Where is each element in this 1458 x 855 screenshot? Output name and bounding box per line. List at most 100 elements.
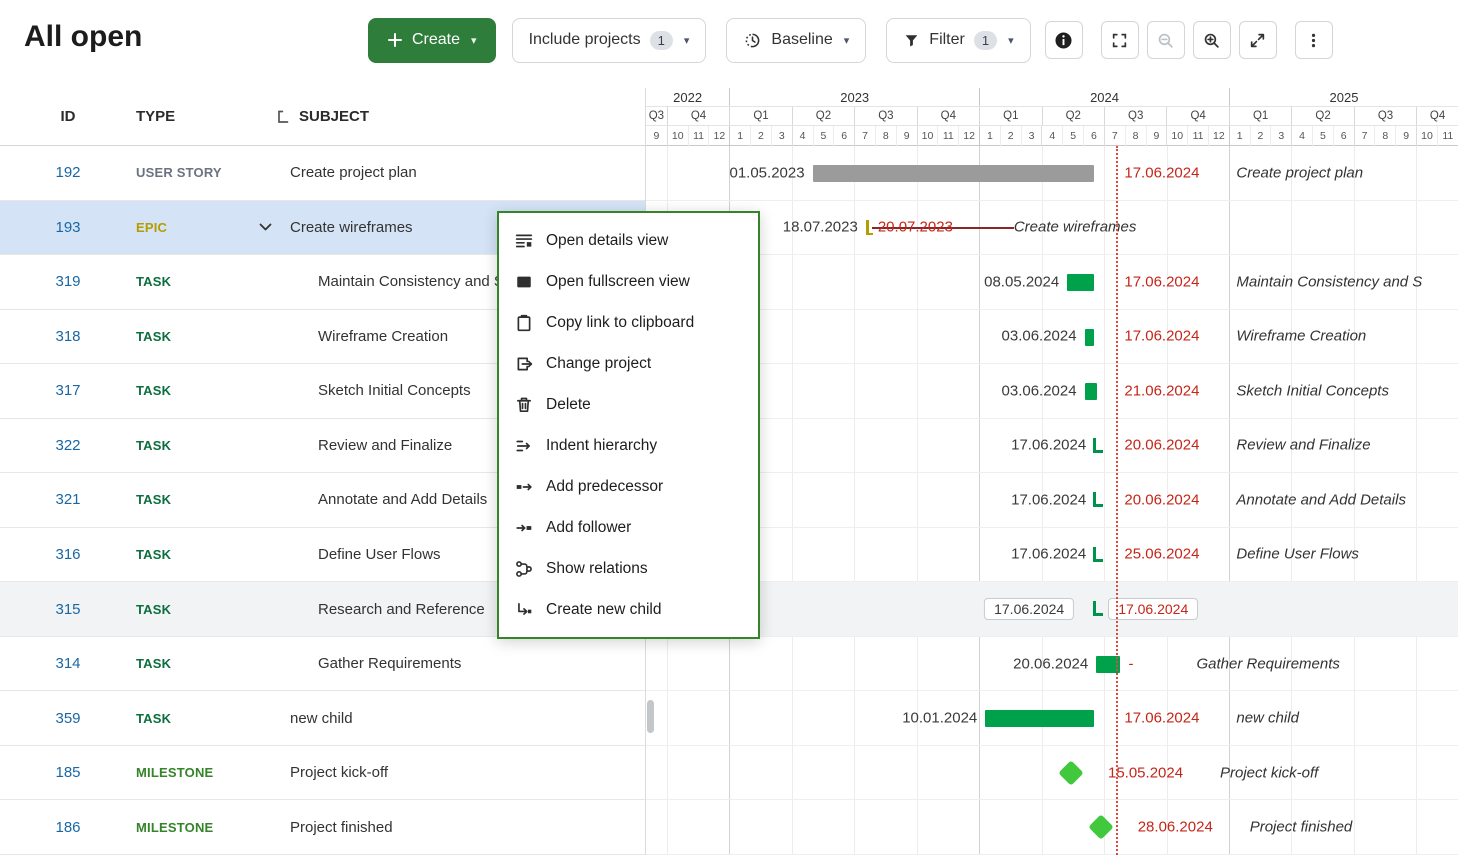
gantt-row[interactable]: 28.06.2024 Project finished: [646, 800, 1458, 855]
table-row[interactable]: 314TASKGather Requirements: [0, 637, 645, 692]
chevron-down-icon: ▾: [471, 34, 477, 47]
work-package-type: MILESTONE: [136, 820, 276, 835]
context-menu-item[interactable]: Open fullscreen view: [499, 261, 758, 302]
work-package-subject[interactable]: Project finished: [276, 819, 645, 836]
work-package-id-link[interactable]: 185: [0, 764, 136, 781]
plus-icon: [387, 32, 403, 48]
table-row[interactable]: 192USER STORYCreate project plan: [0, 146, 645, 201]
table-row[interactable]: 186MILESTONEProject finished: [0, 800, 645, 855]
work-package-id-link[interactable]: 192: [0, 164, 136, 181]
info-button[interactable]: [1045, 21, 1083, 59]
gantt-row[interactable]: 20.06.2024-Gather Requirements: [646, 637, 1458, 692]
context-menu-item[interactable]: Change project: [499, 343, 758, 384]
context-menu-item[interactable]: Open details view: [499, 220, 758, 261]
work-package-subject[interactable]: Create project plan: [276, 164, 645, 181]
milestone-diamond[interactable]: [1059, 760, 1084, 785]
include-projects-label: Include projects: [529, 31, 641, 49]
baseline-label: Baseline: [771, 31, 832, 49]
fullscreen-toggle-button[interactable]: [1239, 21, 1277, 59]
zoom-to-fit-button[interactable]: [1101, 21, 1139, 59]
toolbar: Create ▾ Include projects 1 ▾ Baseline ▾: [368, 17, 1333, 63]
gantt-row[interactable]: 17.06.202420.06.2024Review and Finalize: [646, 419, 1458, 474]
gantt-start-date: 17.06.2024: [1011, 546, 1086, 563]
work-package-id-link[interactable]: 321: [0, 491, 136, 508]
gantt-bar[interactable]: [1067, 274, 1094, 291]
timeline-month: 2: [1250, 126, 1271, 146]
work-package-id-link[interactable]: 315: [0, 601, 136, 618]
context-menu-item-label: Copy link to clipboard: [546, 314, 694, 332]
timeline-month: 4: [1041, 126, 1062, 146]
chevron-down-icon: ▾: [844, 34, 850, 47]
context-menu-item-label: Add follower: [546, 519, 631, 537]
gantt-clamp-bar[interactable]: [1093, 438, 1103, 453]
gantt-end-date: 17.06.2024: [1124, 164, 1199, 181]
include-projects-button[interactable]: Include projects 1 ▾: [512, 18, 707, 63]
work-package-id-link[interactable]: 359: [0, 710, 136, 727]
gantt-row[interactable]: 03.06.202417.06.2024Wireframe Creation: [646, 310, 1458, 365]
gantt-row[interactable]: 15.05.2024Project kick-off: [646, 746, 1458, 801]
gantt-bar[interactable]: [985, 710, 1094, 727]
work-package-id-link[interactable]: 322: [0, 437, 136, 454]
context-menu-item[interactable]: Indent hierarchy: [499, 425, 758, 466]
work-package-id-link[interactable]: 314: [0, 655, 136, 672]
gantt-row[interactable]: 03.06.202421.06.2024Sketch Initial Conce…: [646, 364, 1458, 419]
gantt-row[interactable]: 18.07.202320.07.2023Create wireframes: [646, 201, 1458, 256]
gantt-bar[interactable]: [813, 165, 1095, 182]
table-row[interactable]: 359TASKnew child: [0, 691, 645, 746]
context-menu-item[interactable]: Add predecessor: [499, 466, 758, 507]
gantt-row[interactable]: 01.05.202317.06.2024Create project plan: [646, 146, 1458, 201]
zoom-in-button[interactable]: [1193, 21, 1231, 59]
column-header-type[interactable]: TYPE: [136, 108, 276, 125]
gantt-row[interactable]: 17.06.202425.06.2024Define User Flows: [646, 528, 1458, 583]
gantt-bar[interactable]: [1085, 329, 1095, 346]
gantt-row[interactable]: 17.06.202420.06.2024Annotate and Add Det…: [646, 473, 1458, 528]
context-menu-item[interactable]: Copy link to clipboard: [499, 302, 758, 343]
context-menu-item[interactable]: Add follower: [499, 507, 758, 548]
work-package-id-link[interactable]: 186: [0, 819, 136, 836]
gantt-row[interactable]: 17.06.202417.06.2024: [646, 582, 1458, 637]
gantt-clamp-bar[interactable]: [1093, 601, 1103, 616]
show-relations-icon: [515, 560, 533, 578]
timeline-month: 3: [771, 126, 792, 146]
context-menu-item-label: Open details view: [546, 232, 668, 250]
work-package-id-link[interactable]: 316: [0, 546, 136, 563]
timeline-month: 7: [1104, 126, 1125, 146]
gantt-start-date: 03.06.2024: [1002, 328, 1077, 345]
gantt-end-date: 28.06.2024: [1138, 819, 1213, 836]
work-package-id-link[interactable]: 318: [0, 328, 136, 345]
timeline-quarter: Q3: [646, 107, 667, 125]
create-button-label: Create: [412, 31, 460, 49]
work-package-subject[interactable]: new child: [276, 710, 645, 727]
column-header-id[interactable]: ID: [0, 108, 136, 125]
filter-button[interactable]: Filter 1 ▾: [886, 18, 1030, 63]
work-package-id-link[interactable]: 193: [0, 219, 136, 236]
gantt-clamp-bar[interactable]: [1093, 547, 1103, 562]
work-package-subject[interactable]: Project kick-off: [276, 764, 645, 781]
baseline-button[interactable]: Baseline ▾: [726, 18, 866, 63]
work-package-type: EPIC: [136, 220, 276, 235]
context-menu-item[interactable]: Delete: [499, 384, 758, 425]
timeline-year: 2024: [979, 88, 1229, 106]
work-package-id-link[interactable]: 317: [0, 382, 136, 399]
gantt-row[interactable]: 08.05.202417.06.2024Maintain Consistency…: [646, 255, 1458, 310]
hierarchy-icon[interactable]: [276, 110, 290, 124]
more-options-button[interactable]: [1295, 21, 1333, 59]
work-package-subject[interactable]: Gather Requirements: [276, 655, 645, 672]
context-menu-item[interactable]: Create new child: [499, 589, 758, 630]
gantt-start-date: 03.06.2024: [1002, 382, 1077, 399]
gantt-subject-label: Project finished: [1250, 819, 1353, 836]
column-header-subject[interactable]: SUBJECT: [276, 108, 369, 125]
table-row[interactable]: 185MILESTONEProject kick-off: [0, 746, 645, 801]
zoom-out-button[interactable]: [1147, 21, 1185, 59]
gantt-bar[interactable]: [1085, 383, 1097, 400]
scrollbar-thumb[interactable]: [647, 700, 654, 733]
timeline-quarter: Q4: [1166, 107, 1228, 125]
gantt-end-date: 17.06.2024: [1108, 598, 1198, 620]
gantt-row[interactable]: 10.01.202417.06.2024new child: [646, 691, 1458, 746]
collapse-children-chevron-icon[interactable]: [259, 223, 272, 231]
context-menu-item[interactable]: Show relations: [499, 548, 758, 589]
milestone-diamond[interactable]: [1088, 815, 1113, 840]
gantt-clamp-bar[interactable]: [1093, 492, 1103, 507]
create-button[interactable]: Create ▾: [368, 18, 496, 63]
work-package-id-link[interactable]: 319: [0, 273, 136, 290]
